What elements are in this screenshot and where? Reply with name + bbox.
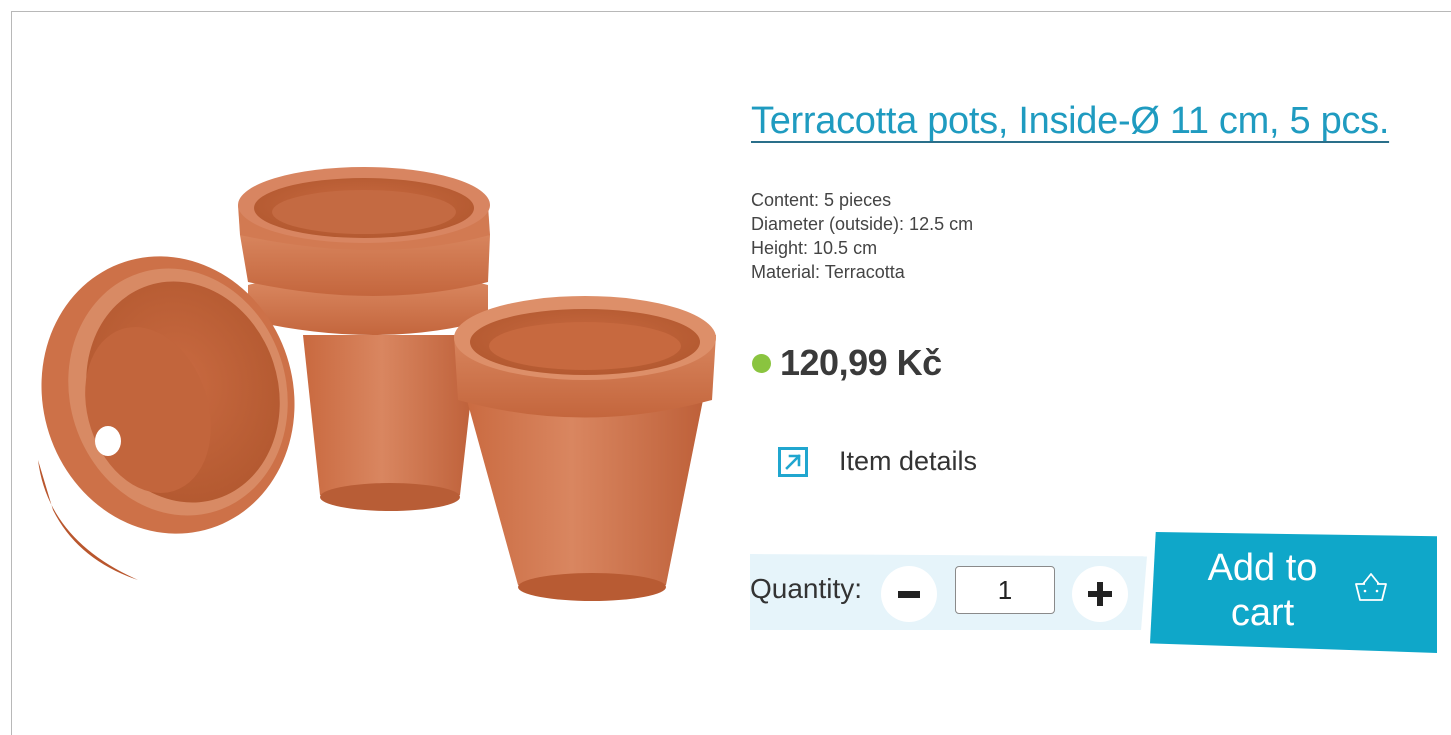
spec-material: Material: Terracotta bbox=[751, 262, 905, 282]
quantity-input[interactable] bbox=[955, 566, 1055, 614]
spec-content: Content: 5 pieces bbox=[751, 190, 892, 210]
availability-dot-icon bbox=[752, 353, 771, 373]
shopping-basket-icon bbox=[1355, 573, 1387, 601]
product-title[interactable]: Terracotta pots, Inside-Ø 11 cm, 5 pcs. bbox=[751, 100, 1389, 143]
pot-upright-right bbox=[454, 296, 716, 601]
product-specs: Content: 5 pieces Diameter (outside): 12… bbox=[751, 188, 973, 284]
external-link-arrow-icon bbox=[778, 446, 808, 477]
product-image bbox=[38, 167, 716, 601]
spec-height: Height: 10.5 cm bbox=[751, 238, 878, 258]
item-details-link[interactable]: Item details bbox=[778, 446, 977, 477]
quantity-label: Quantity: bbox=[750, 573, 863, 604]
item-details-label: Item details bbox=[839, 446, 978, 476]
quantity-increase-button[interactable] bbox=[1072, 566, 1128, 622]
minus-icon bbox=[898, 591, 920, 598]
quantity-decrease-button[interactable] bbox=[881, 566, 937, 622]
add-to-cart-button[interactable]: Add to cart bbox=[1150, 532, 1437, 653]
add-to-cart-label: Add to cart bbox=[1207, 547, 1318, 634]
spec-diameter: Diameter (outside): 12.5 cm bbox=[751, 214, 974, 234]
price: 120,99 Kč bbox=[780, 342, 942, 383]
price-row: 120,99 Kč bbox=[752, 342, 942, 384]
plus-icon bbox=[1088, 582, 1112, 606]
